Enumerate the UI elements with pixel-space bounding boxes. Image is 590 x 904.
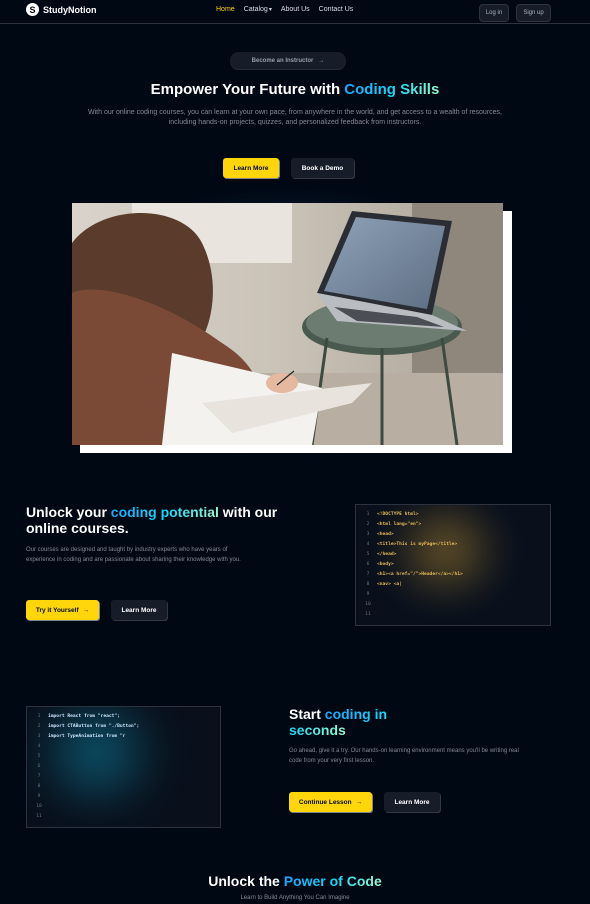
line-number: 6 xyxy=(37,764,41,769)
hero-title-text: Empower Your Future with xyxy=(150,81,345,98)
login-button[interactable]: Log in xyxy=(479,4,509,22)
line-number: 1 xyxy=(366,512,370,517)
section1-text: Our courses are designed and taught by i… xyxy=(26,547,241,563)
line-number: 9 xyxy=(37,794,41,799)
code-line: <h1><a href="/">Header</a></h1> xyxy=(377,572,463,577)
bottom-title: Unlock the Power of Code xyxy=(0,873,590,889)
arrow-right-icon: → xyxy=(355,798,363,806)
line-number: 9 xyxy=(366,592,370,597)
section2-title: Start coding in seconds xyxy=(289,706,439,738)
nav-link-about[interactable]: About Us xyxy=(281,6,310,13)
hero-image xyxy=(72,203,503,445)
nav-link-contact[interactable]: Contact Us xyxy=(319,6,354,13)
hero-subtitle: With our online coding courses, you can … xyxy=(88,109,502,126)
logo-icon: S xyxy=(26,3,39,16)
code-line: import TypeAnimation from "r xyxy=(48,734,126,739)
line-number: 6 xyxy=(366,562,370,567)
code-line: import CTAButton from "./Button"; xyxy=(48,724,140,729)
code-line: <html lang="en"> xyxy=(377,522,422,527)
section1-title: Unlock your coding potential with our on… xyxy=(26,504,286,536)
arrow-right-icon: → xyxy=(318,57,325,64)
line-number: 4 xyxy=(366,542,370,547)
code-line: <title>This is myPage</title> xyxy=(377,542,458,547)
code-text: import React from "react"; import CTAButt… xyxy=(45,712,139,827)
code-line: </head> xyxy=(377,552,397,557)
arrow-right-icon: → xyxy=(82,606,90,614)
continue-lesson-label: Continue Lesson xyxy=(298,798,352,806)
section2-text: Go ahead, give it a try. Our hands-on le… xyxy=(289,748,519,764)
code-editor-2: 1 2 3 4 5 6 7 8 9 10 11 import React from "react";… xyxy=(26,706,221,828)
code-line: import React from "react"; xyxy=(48,714,120,719)
learn-more-button[interactable]: Learn More xyxy=(223,158,279,178)
bottom-title-text: Unlock the xyxy=(208,873,284,889)
section1-title-a: Unlock your xyxy=(26,504,111,520)
line-number: 3 xyxy=(366,532,370,537)
bottom-title-highlight: Power of Code xyxy=(283,873,382,889)
code-line: <head> xyxy=(377,532,394,537)
bottom-subtitle: Learn to Build Anything You Can Imagine xyxy=(240,895,350,901)
code-editor-1: 1 2 3 4 5 6 7 8 9 10 11 <!DOCTYPE html> <html lang=… xyxy=(355,504,551,626)
code-line: <!DOCTYPE html> xyxy=(377,512,419,517)
line-number: 11 xyxy=(36,814,42,819)
top-navbar: S StudyNotion Home Catalog▾ About Us Con… xyxy=(0,0,590,24)
line-number: 8 xyxy=(37,784,41,789)
line-number: 4 xyxy=(37,744,41,749)
brand-name: StudyNotion xyxy=(43,4,97,15)
line-number: 2 xyxy=(37,724,41,729)
line-number: 10 xyxy=(365,602,371,607)
line-numbers: 1 2 3 4 5 6 7 8 9 10 11 xyxy=(362,510,374,625)
line-number: 10 xyxy=(36,804,42,809)
code-line: <body> xyxy=(377,562,394,567)
become-instructor-label: Become an Instructor xyxy=(251,57,314,64)
line-number: 3 xyxy=(37,734,41,739)
try-it-yourself-button[interactable]: Try it Yourself → xyxy=(26,600,99,620)
section2-title-a: Start xyxy=(289,706,325,722)
line-number: 7 xyxy=(37,774,41,779)
nav-link-home[interactable]: Home xyxy=(216,6,235,13)
continue-lesson-button[interactable]: Continue Lesson → xyxy=(289,792,372,812)
section1-title-highlight: coding potential xyxy=(110,504,219,520)
logo[interactable]: S StudyNotion xyxy=(26,3,97,16)
line-number: 5 xyxy=(37,754,41,759)
line-number: 5 xyxy=(366,552,370,557)
nav-links: Home Catalog▾ About Us Contact Us xyxy=(216,6,353,13)
nav-link-catalog-label: Catalog xyxy=(243,6,268,13)
section1-learn-more-button[interactable]: Learn More xyxy=(111,600,167,620)
line-numbers: 1 2 3 4 5 6 7 8 9 10 11 xyxy=(33,712,45,827)
book-demo-button[interactable]: Book a Demo xyxy=(291,158,354,178)
code-line: <nav> <a| xyxy=(377,582,402,587)
section2-learn-more-button[interactable]: Learn More xyxy=(384,792,440,812)
line-number: 7 xyxy=(366,572,370,577)
hero-title: Empower Your Future with Coding Skills xyxy=(0,81,590,98)
signup-button[interactable]: Sign up xyxy=(516,4,551,22)
line-number: 8 xyxy=(366,582,370,587)
try-it-yourself-label: Try it Yourself xyxy=(35,606,79,614)
line-number: 2 xyxy=(366,522,370,527)
line-number: 11 xyxy=(365,612,371,617)
hero-photo-illustration xyxy=(72,203,503,445)
hero-title-highlight: Coding Skills xyxy=(344,81,440,98)
line-number: 1 xyxy=(37,714,41,719)
chevron-down-icon: ▾ xyxy=(268,7,272,13)
code-text: <!DOCTYPE html> <html lang="en"> <head> <ti… xyxy=(374,510,463,625)
become-instructor-button[interactable]: Become an Instructor → xyxy=(230,52,346,69)
nav-link-catalog[interactable]: Catalog▾ xyxy=(244,6,272,13)
